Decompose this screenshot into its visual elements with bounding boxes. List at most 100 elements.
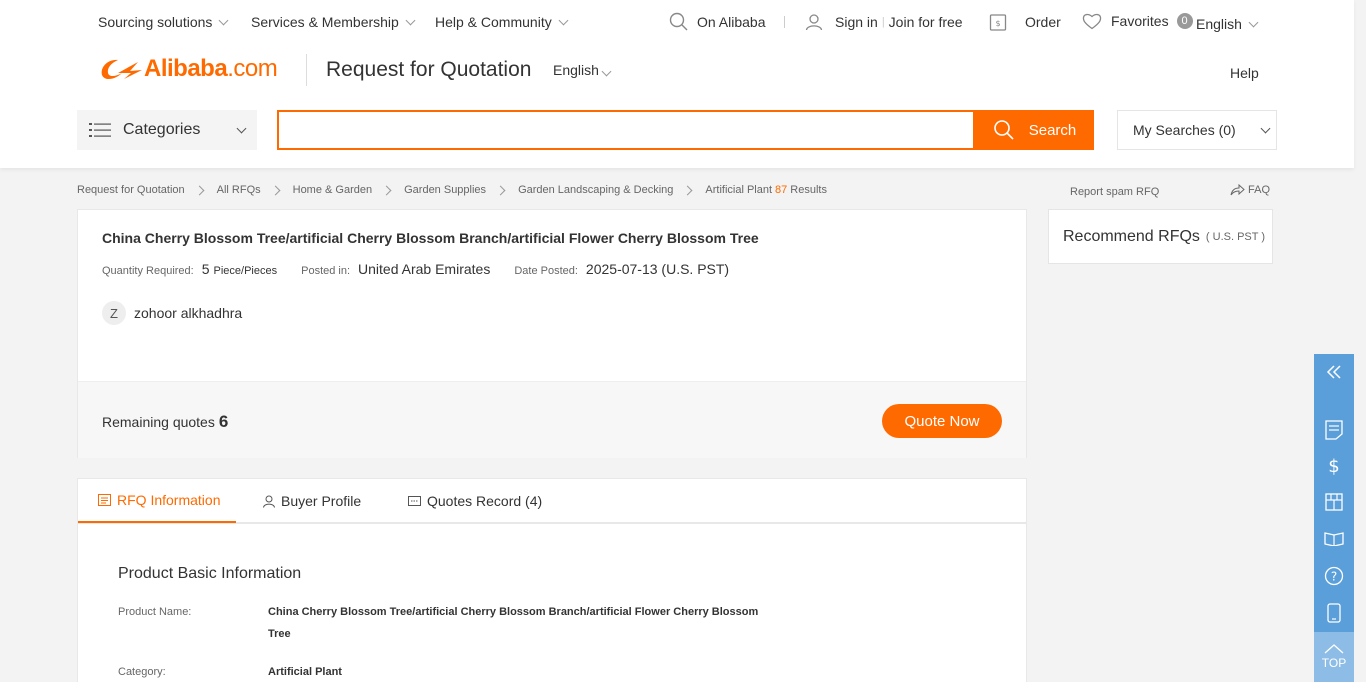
breadcrumb-link-garden-landscaping[interactable]: Garden Landscaping & Decking	[518, 184, 673, 196]
heart-icon	[1082, 13, 1102, 30]
sourcing-solutions-label: Sourcing solutions	[98, 14, 213, 30]
search-icon	[993, 120, 1014, 140]
top-bar: Sourcing solutions Services & Membership…	[0, 0, 1354, 44]
category-label: Category:	[118, 666, 166, 678]
order-icon: $	[989, 14, 1007, 31]
search-button[interactable]: Search	[975, 110, 1094, 150]
chevron-right-icon	[381, 185, 392, 195]
tab-buyer-profile[interactable]: Buyer Profile	[263, 479, 361, 523]
breadcrumb-link-garden-supplies[interactable]: Garden Supplies	[404, 184, 486, 196]
sidebar-pricing[interactable]: $	[1314, 448, 1354, 484]
breadcrumb-current: Artificial Plant	[705, 184, 773, 196]
help-link[interactable]: Help	[1230, 65, 1259, 81]
search-button-label: Search	[1028, 121, 1077, 139]
language-label: English	[1196, 16, 1242, 32]
document-icon	[98, 494, 111, 506]
rfq-card: China Cherry Blossom Tree/artificial Che…	[77, 209, 1027, 458]
language-selector[interactable]: English	[1196, 16, 1259, 32]
tab-label: Buyer Profile	[281, 493, 362, 509]
chevron-down-icon	[601, 66, 612, 77]
logo-brand-text: Alibaba	[144, 55, 228, 82]
favorites-link[interactable]: Favorites 0	[1082, 12, 1193, 30]
favorites-count-badge: 0	[1176, 13, 1193, 29]
sign-in-link[interactable]: Sign in	[835, 14, 878, 30]
sidebar-help[interactable]: ?	[1314, 558, 1354, 594]
faq-label: FAQ	[1248, 184, 1271, 196]
quantity-unit: Piece/Pieces	[213, 265, 278, 277]
sidebar-guide[interactable]	[1314, 520, 1354, 556]
guide-book-icon	[1324, 532, 1344, 546]
search-row: Categories Search My Searches (0)	[0, 110, 1354, 150]
sidebar-collapse-button[interactable]	[1314, 354, 1354, 390]
categories-dropdown[interactable]: Categories	[77, 110, 257, 150]
page-title: Request for Quotation	[326, 58, 532, 81]
user-icon	[263, 495, 275, 508]
share-arrow-icon	[1230, 184, 1245, 196]
avatar: Z	[102, 301, 126, 325]
services-membership-label: Services & Membership	[251, 14, 399, 30]
alibaba-logo[interactable]: Alibaba.com	[98, 55, 278, 83]
site-header: Sourcing solutions Services & Membership…	[0, 0, 1354, 168]
chevron-down-icon	[405, 15, 416, 25]
rfq-meta: Quantity Required: 5 Piece/Pieces Posted…	[102, 261, 729, 277]
quote-now-button[interactable]: Quote Now	[882, 404, 1002, 438]
product-name-value: China Cherry Blossom Tree/artificial Che…	[268, 606, 759, 640]
help-community-menu[interactable]: Help & Community	[435, 14, 569, 30]
back-to-top-button[interactable]: TOP	[1314, 632, 1354, 682]
breadcrumb-link-home-garden[interactable]: Home & Garden	[293, 184, 372, 196]
favorites-label: Favorites	[1111, 13, 1169, 29]
buyer-info: Z zohoor alkhadhra	[102, 301, 242, 325]
product-name-label: Product Name:	[118, 606, 192, 618]
chevron-right-icon	[682, 185, 693, 195]
order-label: Order	[1025, 14, 1061, 30]
dollar-icon: $	[1328, 456, 1339, 476]
search-input[interactable]	[279, 112, 973, 148]
faq-link[interactable]: FAQ	[1230, 184, 1270, 196]
alibaba-logo-icon	[101, 59, 142, 80]
store-icon	[1325, 493, 1343, 511]
remaining-quotes: Remaining quotes 6	[102, 412, 228, 432]
divider	[306, 54, 307, 86]
categories-label: Categories	[123, 121, 201, 138]
chevron-down-icon	[1260, 123, 1271, 133]
tab-quotes-record[interactable]: Quotes Record (4)	[408, 479, 542, 523]
rfq-language-selector[interactable]: English	[553, 62, 612, 78]
order-link[interactable]: $ Order	[989, 12, 1061, 32]
svg-text:$: $	[1328, 456, 1339, 476]
chevron-down-icon	[236, 123, 247, 133]
results-label: Results	[790, 184, 827, 196]
back-to-top-label: TOP	[1321, 656, 1347, 670]
recommend-rfqs-title: Recommend RFQs	[1063, 227, 1200, 245]
posted-in-label: Posted in:	[301, 265, 351, 277]
date-posted-label: Date Posted:	[514, 265, 578, 277]
chevron-down-icon	[218, 15, 229, 25]
help-community-label: Help & Community	[435, 14, 552, 30]
sidebar-mobile-app[interactable]	[1314, 595, 1354, 631]
category-value: Artificial Plant	[268, 666, 342, 678]
tab-label: Quotes Record (4)	[427, 493, 543, 509]
quantity-value: 5	[201, 261, 210, 277]
chevron-right-icon	[495, 185, 506, 195]
on-alibaba-label: On Alibaba	[697, 14, 766, 30]
logo-row: Alibaba.com Request for Quotation Englis…	[0, 50, 1354, 90]
join-free-link[interactable]: Join for free	[889, 14, 963, 30]
breadcrumb: Request for Quotation All RFQs Home & Ga…	[77, 184, 827, 196]
sidebar-rfq-list[interactable]	[1314, 412, 1354, 448]
sourcing-solutions-menu[interactable]: Sourcing solutions	[98, 14, 229, 30]
tab-rfq-information[interactable]: RFQ Information	[78, 479, 237, 523]
report-spam-link[interactable]: Report spam RFQ	[1070, 186, 1159, 198]
on-alibaba-search[interactable]: On Alibaba	[669, 12, 766, 32]
my-searches-dropdown[interactable]: My Searches (0)	[1117, 110, 1277, 150]
recommend-rfqs-panel: Recommend RFQs ( U.S. PST )	[1048, 209, 1273, 264]
help-icon: ?	[1324, 566, 1344, 586]
date-posted-value: 2025-07-13 (U.S. PST)	[585, 261, 730, 277]
rfq-title[interactable]: China Cherry Blossom Tree/artificial Che…	[102, 230, 759, 246]
chevron-right-icon	[194, 185, 205, 195]
breadcrumb-link-rfq[interactable]: Request for Quotation	[77, 184, 185, 196]
chevron-up-icon	[1324, 644, 1344, 654]
breadcrumb-link-all-rfqs[interactable]: All RFQs	[217, 184, 261, 196]
rfq-list-icon	[1325, 420, 1343, 440]
sidebar-store[interactable]	[1314, 484, 1354, 520]
services-membership-menu[interactable]: Services & Membership	[251, 14, 416, 30]
results-count: 87	[775, 184, 788, 196]
